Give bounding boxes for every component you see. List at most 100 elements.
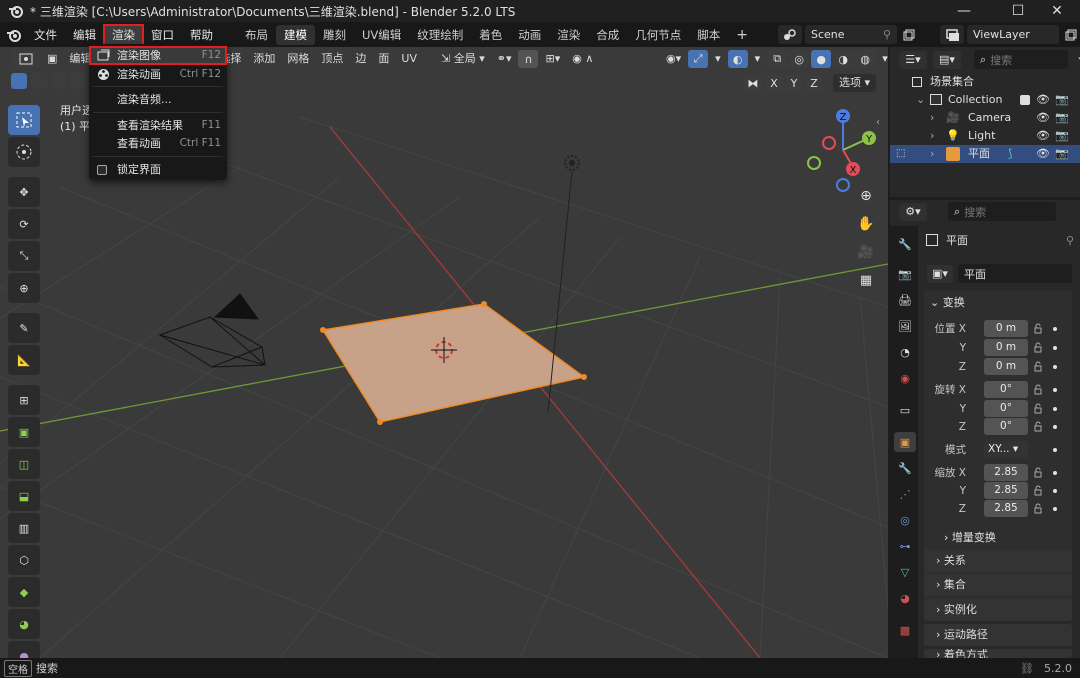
select-subtract-icon[interactable] [51,73,67,89]
motion-paths-panel-header[interactable]: › 运动路径 [924,624,1072,646]
material-tab-icon[interactable]: ◕ [894,588,916,608]
overlay-dropdown-icon[interactable]: ▾ [749,50,767,68]
keyframe-dot-icon[interactable] [1053,471,1057,475]
menu-add[interactable]: 添加 [247,50,281,68]
texture-tab-icon[interactable]: ▩ [894,620,916,640]
expand-arrow-icon[interactable]: › [930,109,934,127]
menu-item-render-animation[interactable]: 渲染动画 Ctrl F12 [89,65,227,84]
proportional-edit-icon[interactable]: ◉ ∧ [566,50,599,68]
shading-panel-header[interactable]: › 着色方式 [924,649,1072,658]
zoom-icon[interactable]: ⊕ [855,185,877,207]
keyframe-dot-icon[interactable] [1053,507,1057,511]
menu-edit[interactable]: 编辑 [65,25,104,45]
new-view-layer-icon[interactable] [1062,25,1080,44]
location-z-field[interactable]: 0 m [984,358,1028,375]
menu-mesh[interactable]: 网格 [281,50,315,68]
render-camera-icon[interactable]: 📷 [1055,91,1069,109]
navigation-gizmo[interactable]: Z Y X [800,105,888,195]
menu-window[interactable]: 窗口 [143,25,182,45]
rotation-z-field[interactable]: 0° [984,418,1028,435]
select-new-icon[interactable] [11,73,27,89]
pin-icon[interactable]: ⚲ [883,28,891,41]
extrude-tool-icon[interactable]: ▣ [8,417,40,447]
lock-icon[interactable] [1034,384,1042,395]
visibility-eye-icon[interactable]: 👁 [1036,109,1050,127]
output-tab-icon[interactable]: 🖨 [894,290,916,310]
snap-icon[interactable]: ∩ [518,50,539,68]
display-mode-icon[interactable]: ▤▾ [933,50,961,69]
close-window-button[interactable]: ✕ [1034,0,1080,22]
smooth-tool-icon[interactable]: ● [8,641,40,658]
rotate-tool-icon[interactable]: ⟳ [8,209,40,239]
mirror-z-toggle[interactable]: Z [806,74,822,92]
minimize-button[interactable]: — [941,0,987,22]
poly-build-tool-icon[interactable]: ◆ [8,577,40,607]
add-workspace-icon[interactable]: + [728,25,756,45]
outliner-row-collection[interactable]: ⌄ Collection 👁 📷 [890,91,1080,109]
shading-wireframe-icon[interactable]: ◎ [789,50,810,68]
data-tab-icon[interactable]: ▽ [894,562,916,582]
rotation-mode-dropdown[interactable]: XY... ▾ [984,441,1028,458]
tool-tab-icon[interactable]: 🔧 [894,234,916,254]
add-cube-tool-icon[interactable]: ⊞ [8,385,40,415]
menu-render[interactable]: 渲染 [103,23,144,46]
xray-icon[interactable]: ⧉ [767,50,788,68]
mirror-x-toggle[interactable]: X [766,74,782,92]
tab-sculpting[interactable]: 雕刻 [315,25,354,45]
menu-item-lock-interface[interactable]: 锁定界面 [89,160,227,179]
select-mode-box-icon[interactable]: ▣ [41,50,63,68]
move-tool-icon[interactable]: ✥ [8,177,40,207]
select-extend-icon[interactable] [31,73,47,89]
tab-compositing[interactable]: 合成 [588,25,627,45]
editor-type-icon[interactable] [12,50,40,68]
keyframe-dot-icon[interactable] [1053,448,1057,452]
select-box-tool-icon[interactable] [8,105,40,135]
tab-uv-editing[interactable]: UV编辑 [354,25,409,45]
view-layer-field[interactable]: ViewLayer [967,25,1059,44]
spin-tool-icon[interactable]: ◕ [8,609,40,639]
lock-icon[interactable] [1034,485,1042,496]
pan-hand-icon[interactable]: ✋ [855,213,877,235]
lock-icon[interactable] [1034,342,1042,353]
overlay-toggle-icon[interactable]: ◐ [727,50,748,68]
scale-tool-icon[interactable]: ⤡ [8,241,40,271]
transform-panel-header[interactable]: ⌄ 变换 [930,294,965,310]
lock-icon[interactable] [1034,403,1042,414]
bevel-tool-icon[interactable]: ⬓ [8,481,40,511]
menu-edge[interactable]: 边 [349,50,372,68]
keyframe-dot-icon[interactable] [1053,407,1057,411]
outliner-row-light[interactable]: › 💡 Light 👁 📷 [890,127,1080,145]
keyframe-dot-icon[interactable] [1053,489,1057,493]
sidebar-expand-icon[interactable]: ‹ [876,117,880,128]
visibility-eye-icon[interactable]: 👁 [1036,127,1050,145]
outliner-search-input[interactable]: ⌕ 搜索 [974,50,1068,69]
outliner-row-plane[interactable]: ⬚ › 平面 ⟆ 👁 📷 [890,145,1080,163]
tab-rendering[interactable]: 渲染 [549,25,588,45]
constraints-tab-icon[interactable]: ⊶ [894,536,916,556]
cursor-tool-icon[interactable] [8,137,40,167]
lock-icon[interactable] [1034,421,1042,432]
menu-item-render-image[interactable]: 渲染图像 F12 [89,46,227,65]
pin-icon[interactable]: ⚲ [1066,234,1074,247]
mirror-icon[interactable]: ⧓ [744,74,762,92]
tab-shading[interactable]: 着色 [471,25,510,45]
menu-file[interactable]: 文件 [26,25,65,45]
menu-face[interactable]: 面 [372,50,395,68]
tab-animation[interactable]: 动画 [510,25,549,45]
camera-view-icon[interactable]: 🎥 [855,241,877,263]
location-x-field[interactable]: 0 m [984,320,1028,337]
shading-solid-icon[interactable]: ● [811,50,832,68]
loop-cut-tool-icon[interactable]: ▥ [8,513,40,543]
new-scene-icon[interactable] [900,25,918,44]
render-camera-icon[interactable]: 📷 [1055,109,1069,127]
outliner-editor-type-icon[interactable]: ☰▾ [899,50,927,69]
lock-icon[interactable] [1034,361,1042,372]
visibility-eye-icon[interactable]: 👁 [1036,145,1050,163]
rotation-x-field[interactable]: 0° [984,381,1028,398]
keyframe-dot-icon[interactable] [1053,365,1057,369]
keyframe-dot-icon[interactable] [1053,327,1057,331]
measure-tool-icon[interactable]: 📐 [8,345,40,375]
knife-tool-icon[interactable]: ⬡ [8,545,40,575]
render-camera-icon[interactable]: 📷 [1055,127,1069,145]
properties-editor-type-icon[interactable]: ⚙▾ [899,202,927,221]
